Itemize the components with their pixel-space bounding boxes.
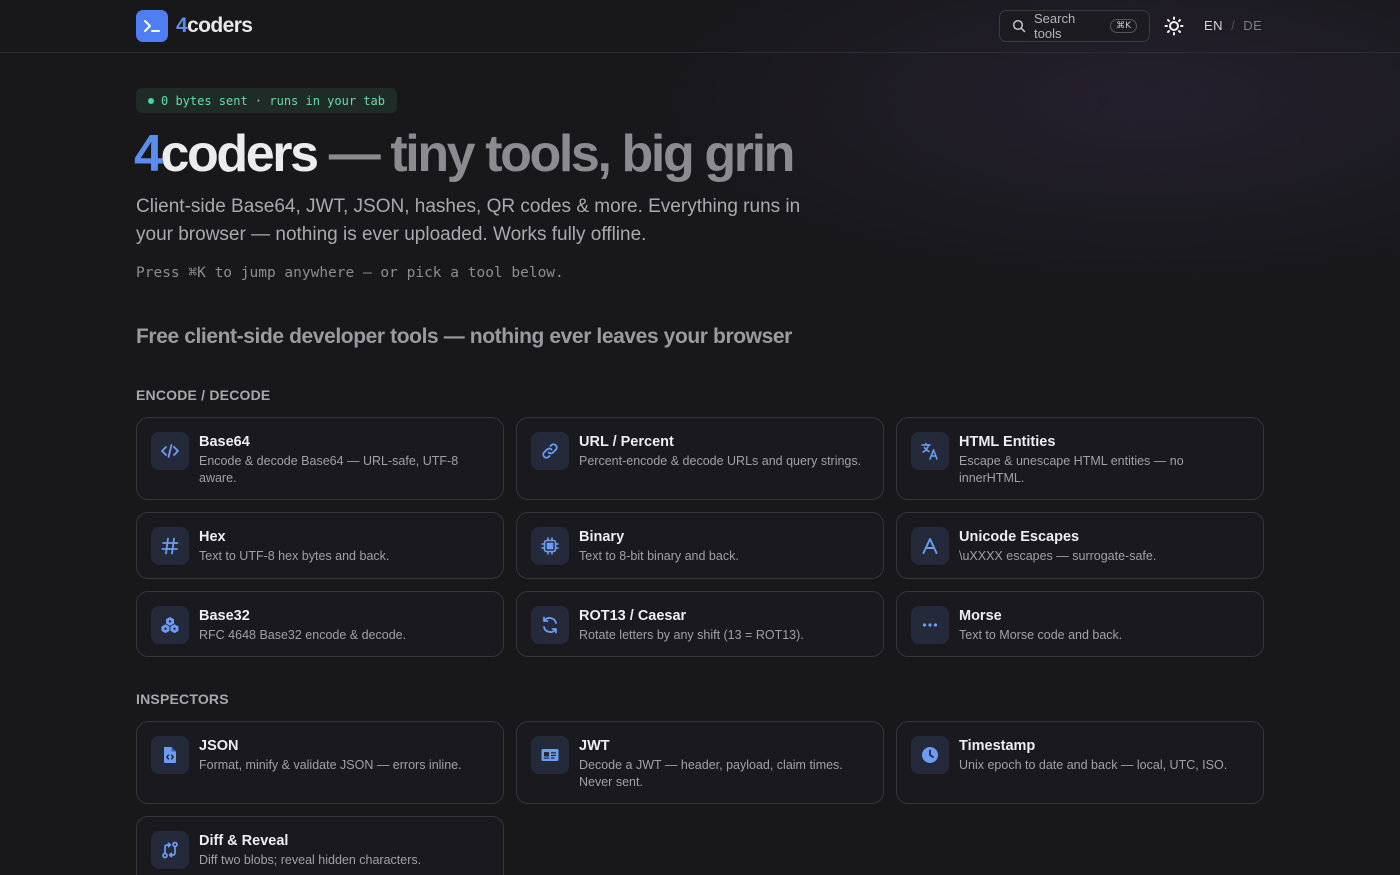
file-code-icon [151, 736, 189, 774]
tool-card-timestamp[interactable]: Timestamp Unix epoch to date and back — … [896, 721, 1264, 804]
lang-separator: / [1231, 18, 1236, 33]
tool-card-json[interactable]: JSON Format, minify & validate JSON — er… [136, 721, 504, 804]
category-label-inspectors: INSPECTORS [136, 691, 229, 707]
tool-title: Base32 [199, 608, 250, 624]
search-button[interactable]: Search tools ⌘K [999, 10, 1150, 42]
tool-description: Diff two blobs; reveal hidden characters… [199, 853, 422, 867]
tool-card-html-entities[interactable]: HTML Entities Escape & unescape HTML ent… [896, 417, 1264, 500]
terminal-icon [136, 10, 168, 42]
tool-description: Rotate letters by any shift (13 = ROT13)… [579, 628, 804, 642]
hero-subtitle: Client-side Base64, JWT, JSON, hashes, Q… [136, 196, 801, 245]
refresh-icon [531, 606, 569, 644]
category-label-encode-decode: ENCODE / DECODE [136, 387, 271, 403]
title-accent: 4 [134, 125, 163, 183]
tool-title: Unicode Escapes [959, 529, 1080, 545]
privacy-badge: 0 bytes sent · runs in your tab [136, 88, 397, 113]
status-dot [148, 97, 154, 104]
logo-accent: 4 [176, 14, 188, 37]
tool-card-base32[interactable]: Base32 RFC 4648 Base32 encode & decode. [136, 591, 504, 657]
tool-description: Percent-encode & decode URLs and query s… [579, 454, 862, 468]
tool-description: RFC 4648 Base32 encode & decode. [199, 628, 407, 642]
tool-title: JWT [579, 738, 610, 754]
translate-icon [911, 432, 949, 470]
tool-title: HTML Entities [959, 434, 1056, 450]
title-tagline: — tiny tools, big grin [316, 125, 796, 183]
search-icon [1012, 19, 1026, 33]
tool-title: JSON [199, 738, 239, 754]
theme-toggle-button[interactable] [1162, 14, 1186, 38]
title-brand: coders [160, 125, 320, 183]
tool-title: ROT13 / Caesar [579, 608, 687, 624]
lang-en-link[interactable]: EN [1204, 18, 1223, 33]
logo-name: coders [187, 14, 253, 37]
tool-description: \uXXXX escapes — surrogate-safe. [959, 549, 1157, 563]
hero-hint: Press ⌘K to jump anywhere — or pick a to… [136, 265, 564, 281]
lang-de-link[interactable]: DE [1243, 18, 1262, 33]
tool-title: Binary [579, 529, 625, 545]
tool-card-morse[interactable]: Morse Text to Morse code and back. [896, 591, 1264, 657]
tool-description: Encode & decode Base64 — URL-safe, UTF-8… [199, 454, 459, 485]
tool-title: URL / Percent [579, 434, 674, 450]
tool-description: Escape & unescape HTML entities — no inn… [959, 454, 1184, 485]
tool-description: Text to Morse code and back. [959, 628, 1123, 642]
tool-card-base64[interactable]: Base64 Encode & decode Base64 — URL-safe… [136, 417, 504, 500]
dots-icon [911, 606, 949, 644]
page-title: 4coders — tiny tools, big grin [134, 124, 796, 184]
privacy-badge-text: 0 bytes sent · runs in your tab [161, 93, 385, 108]
search-shortcut-badge: ⌘K [1110, 19, 1137, 33]
tool-description: Text to 8-bit binary and back. [579, 549, 739, 563]
tool-title: Morse [959, 608, 1002, 624]
letter-a-icon [911, 527, 949, 565]
tool-card-binary[interactable]: Binary Text to 8-bit binary and back. [516, 512, 884, 579]
tool-card-rot13-caesar[interactable]: ROT13 / Caesar Rotate letters by any shi… [516, 591, 884, 657]
search-label: Search tools [1034, 11, 1076, 41]
tool-description: Unix epoch to date and back — local, UTC… [959, 758, 1228, 772]
tool-description: Format, minify & validate JSON — errors … [199, 758, 462, 772]
sun-icon [1164, 16, 1184, 36]
tool-title: Diff & Reveal [199, 833, 289, 849]
logo-text: 4coders [176, 14, 253, 38]
diff-icon [151, 831, 189, 869]
tool-title: Hex [199, 529, 226, 545]
hash-icon [151, 527, 189, 565]
tool-card-hex[interactable]: Hex Text to UTF-8 hex bytes and back. [136, 512, 504, 579]
chip-icon [531, 527, 569, 565]
tool-card-diff-reveal[interactable]: Diff & Reveal Diff two blobs; reveal hid… [136, 816, 504, 875]
cubes-icon [151, 606, 189, 644]
tool-card-unicode-escapes[interactable]: Unicode Escapes \uXXXX escapes — surroga… [896, 512, 1264, 579]
section-heading: Free client-side developer tools — nothi… [136, 325, 792, 348]
tool-card-url-percent[interactable]: URL / Percent Percent-encode & decode UR… [516, 417, 884, 500]
logo-link[interactable]: 4coders [136, 10, 253, 42]
tool-description: Text to UTF-8 hex bytes and back. [199, 549, 390, 563]
tool-card-jwt[interactable]: JWT Decode a JWT — header, payload, clai… [516, 721, 884, 804]
top-bar: 4coders Search tools ⌘K EN / DE [0, 0, 1400, 53]
tool-title: Base64 [199, 434, 250, 450]
id-card-icon [531, 736, 569, 774]
clock-icon [911, 736, 949, 774]
tool-title: Timestamp [959, 738, 1036, 754]
language-switcher: EN / DE [1204, 18, 1262, 33]
link-icon [531, 432, 569, 470]
code-icon [151, 432, 189, 470]
tool-description: Decode a JWT — header, payload, claim ti… [579, 758, 843, 789]
